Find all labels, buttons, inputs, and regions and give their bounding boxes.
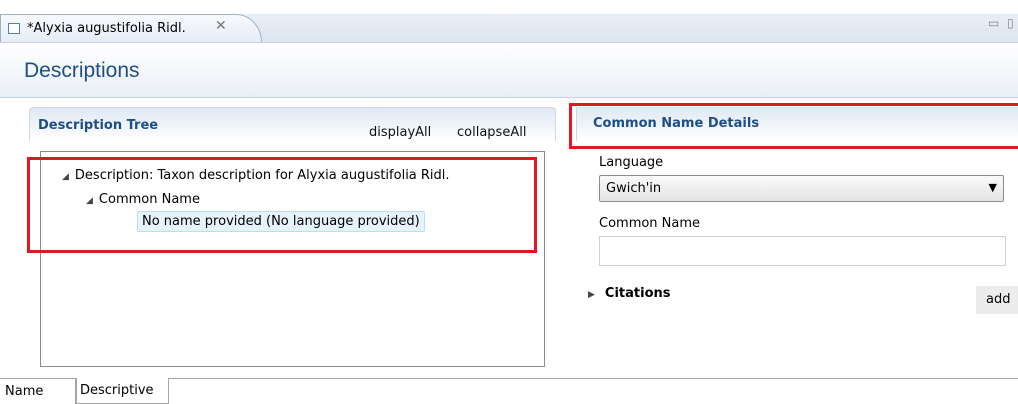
close-icon[interactable]: ✕ [215, 18, 227, 34]
tab-descriptive-label: Descriptive [80, 383, 154, 398]
page-header: Descriptions [0, 42, 1018, 98]
add-button-label: add [986, 292, 1011, 307]
description-tree-title: Description Tree [38, 118, 159, 133]
highlight-box-details [569, 103, 1018, 149]
description-tree-header: Description Tree displayAll collapseAll [29, 107, 556, 141]
highlight-box-tree [27, 157, 537, 253]
collapse-all-button[interactable]: collapseAll [457, 125, 526, 140]
chevron-down-icon[interactable]: ▼ [989, 181, 997, 194]
editor-tab[interactable]: *Alyxia augustifolia Ridl. ✕ [0, 14, 262, 42]
tab-descriptive[interactable]: Descriptive [76, 378, 169, 404]
tab-name[interactable]: Name [0, 379, 76, 404]
display-all-button[interactable]: displayAll [369, 125, 431, 140]
document-icon [8, 23, 20, 34]
citations-label: Citations [604, 286, 671, 301]
language-dropdown[interactable]: Gwich'in ▼ [599, 175, 1004, 202]
tab-name-label: Name [5, 384, 44, 399]
language-value: Gwich'in [606, 181, 662, 196]
add-button[interactable]: add [976, 286, 1018, 314]
editor-tab-strip: *Alyxia augustifolia Ridl. ✕ ▭ ▯ [0, 0, 1018, 42]
citations-section-toggle[interactable]: ▶ Citations [588, 286, 671, 301]
editor-tab-title: *Alyxia augustifolia Ridl. [27, 21, 186, 36]
common-name-input[interactable] [599, 236, 1006, 266]
bottom-tab-bar: Name Descriptive [0, 378, 1018, 404]
expand-arrow-icon[interactable]: ▶ [588, 290, 595, 300]
page-title: Descriptions [24, 59, 140, 82]
language-label: Language [599, 155, 664, 170]
window-controls[interactable]: ▭ ▯ [988, 16, 1016, 30]
common-name-label: Common Name [599, 216, 701, 231]
